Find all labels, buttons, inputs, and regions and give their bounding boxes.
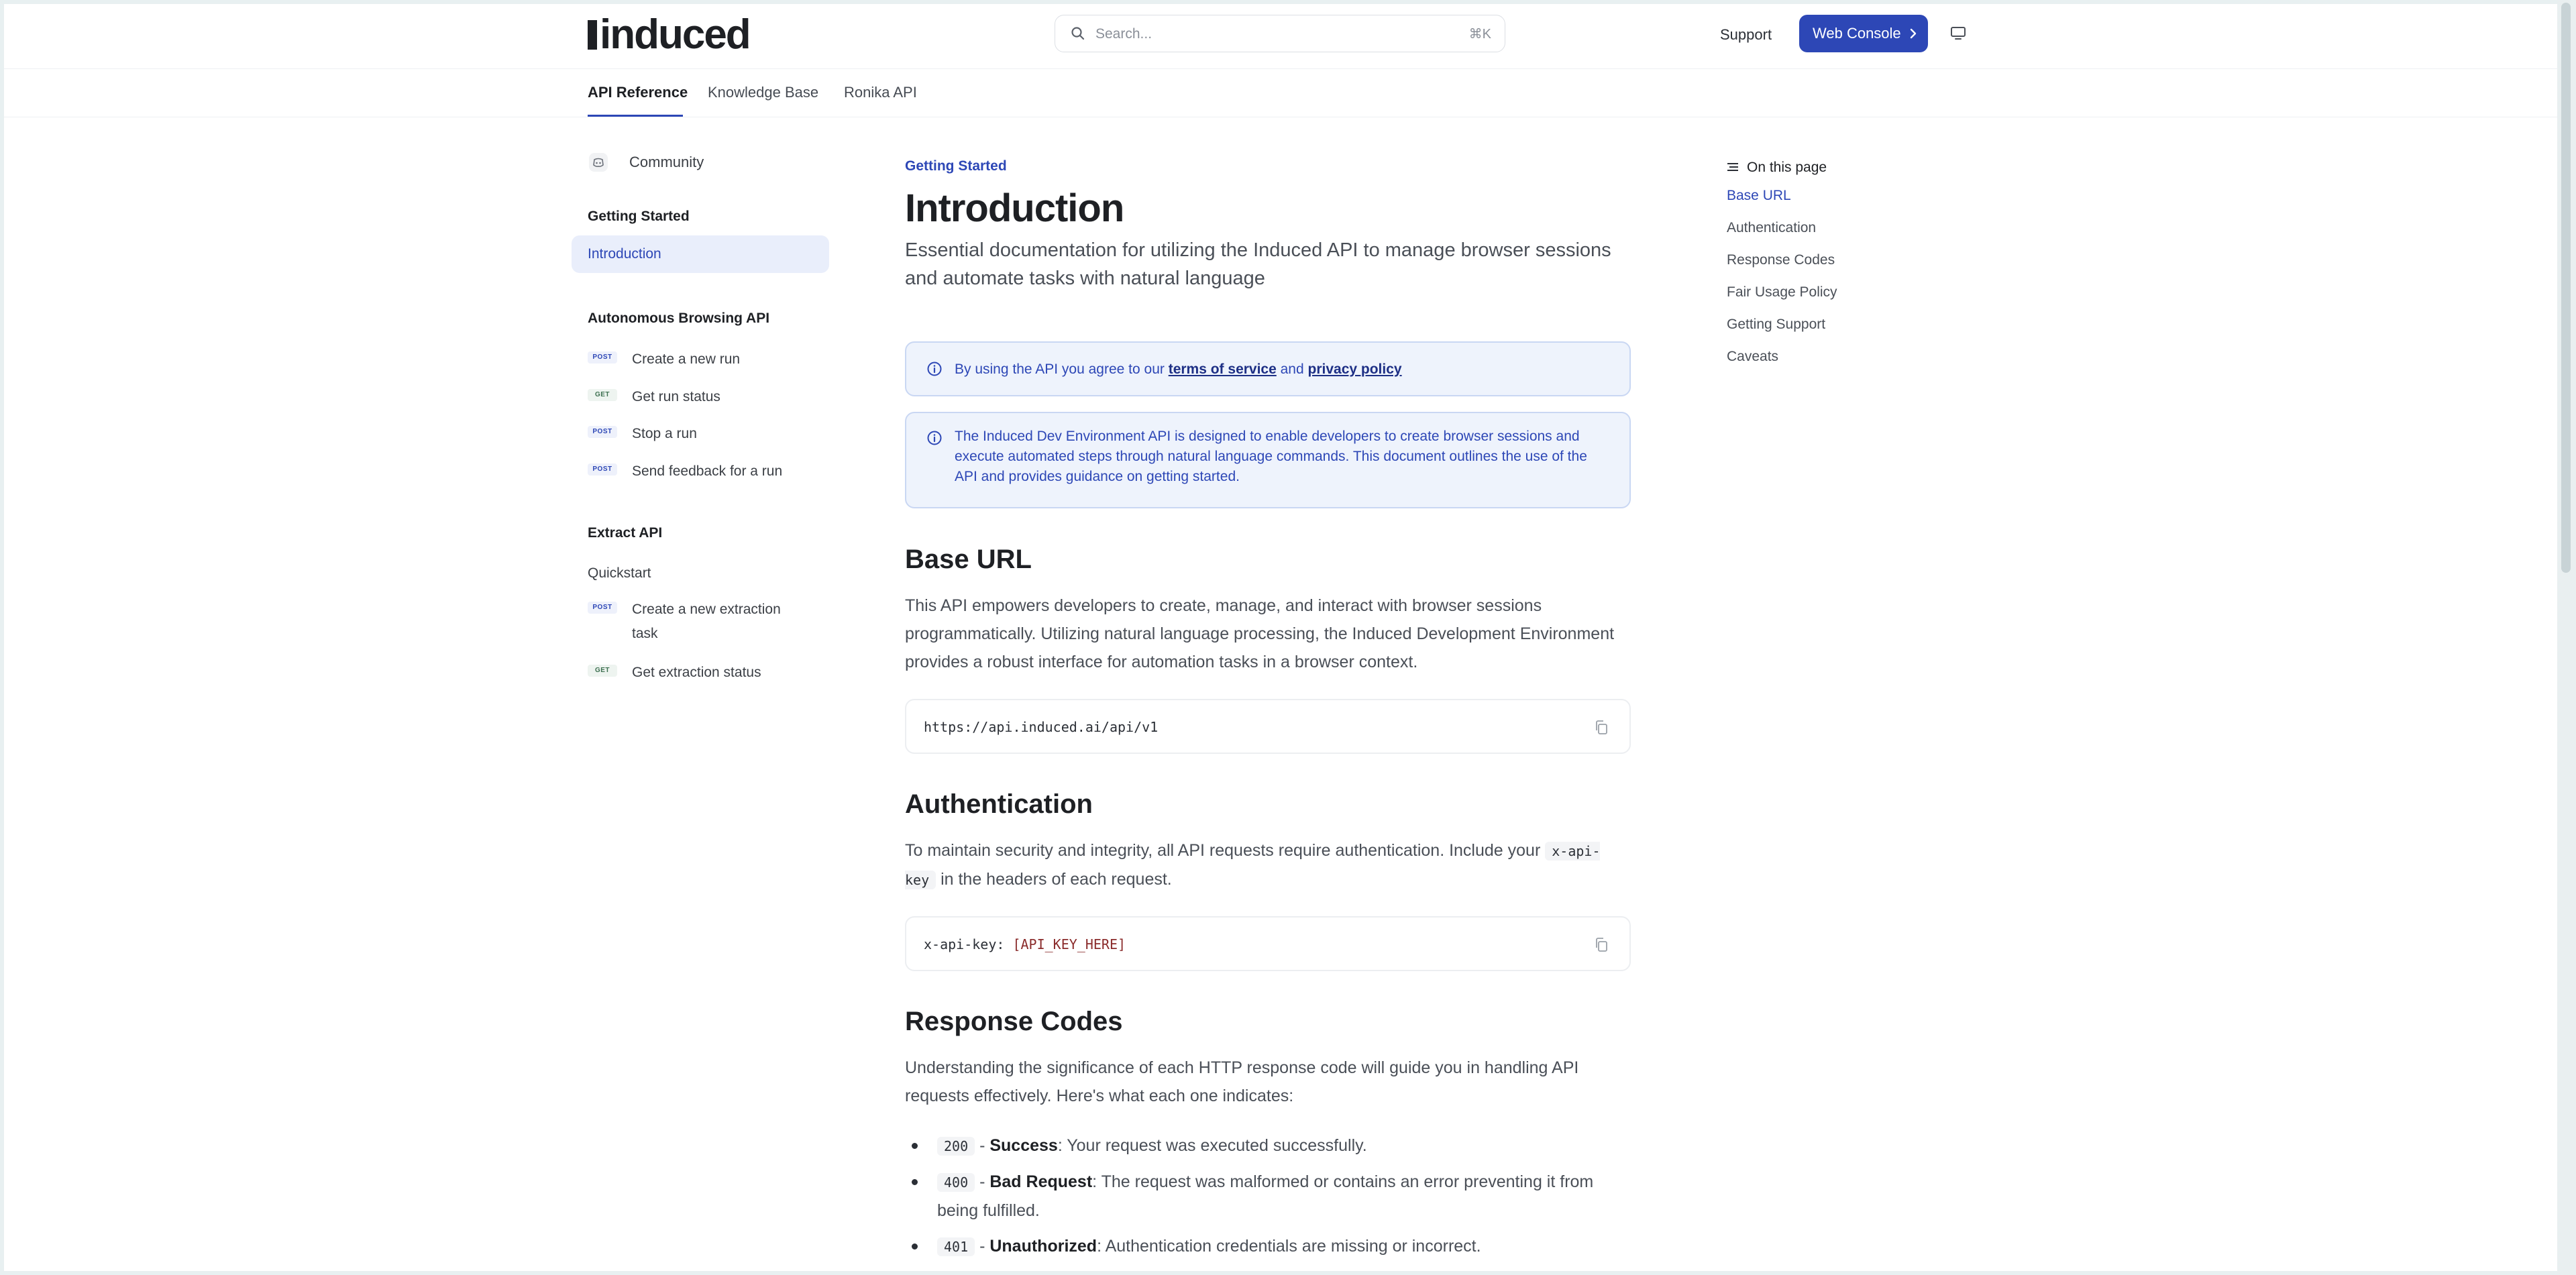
response-text: Understanding the significance of each H…	[905, 1058, 1579, 1105]
toc-title-text: On this page	[1747, 160, 1827, 175]
sidebar-item-label: Get run status	[632, 389, 720, 404]
toc-link-fair-usage[interactable]: Fair Usage Policy	[1727, 283, 1837, 302]
search-input[interactable]: Search... ⌘K	[1055, 15, 1505, 52]
scrollbar[interactable]	[2557, 0, 2576, 1275]
sidebar-section-extract: Extract API	[588, 525, 663, 541]
tab-knowledge-base[interactable]: Knowledge Base	[708, 83, 818, 102]
auth-text-part: To maintain security and integrity, all …	[905, 841, 1546, 860]
status-name: Unauthorized	[989, 1237, 1097, 1256]
search-shortcut: ⌘K	[1468, 27, 1491, 42]
sidebar-item-label: Create a new extraction task	[632, 602, 781, 641]
breadcrumb[interactable]: Getting Started	[905, 157, 1007, 176]
copy-icon[interactable]	[1593, 719, 1609, 736]
base-url-code-block: https://api.induced.ai/api/v1	[905, 699, 1631, 754]
toc-link-response-codes[interactable]: Response Codes	[1727, 251, 1835, 270]
top-bar: induced Search... ⌘K Support Web Console	[4, 4, 2560, 69]
overview-callout: The Induced Dev Environment API is desig…	[905, 412, 1631, 508]
auth-code-block: x-api-key: [API_KEY_HERE]	[905, 916, 1631, 971]
method-badge: GET	[588, 389, 617, 401]
privacy-link[interactable]: privacy policy	[1308, 362, 1402, 377]
method-badge: POST	[588, 426, 617, 438]
callout-text: and	[1276, 362, 1308, 377]
sidebar-item-introduction[interactable]: Introduction	[572, 235, 829, 273]
tab-ronika-api[interactable]: Ronika API	[844, 83, 917, 102]
bullet	[912, 1179, 918, 1185]
docs-page: induced Search... ⌘K Support Web Console…	[4, 4, 2560, 1271]
auth-code: x-api-key: [API_KEY_HERE]	[924, 935, 1126, 954]
toc-link-caveats[interactable]: Caveats	[1727, 347, 1778, 366]
list-icon	[1727, 163, 1738, 171]
terms-callout: By using the API you agree to our terms …	[905, 341, 1631, 396]
search-placeholder: Search...	[1095, 26, 1152, 42]
sidebar-item-label: Introduction	[588, 246, 661, 262]
copy-icon[interactable]	[1593, 936, 1609, 954]
info-icon	[927, 362, 942, 376]
page-title: Introduction	[905, 186, 1124, 230]
status-code: 401	[937, 1237, 975, 1256]
web-console-button[interactable]: Web Console	[1799, 15, 1928, 52]
heading-authentication: Authentication	[905, 789, 1093, 819]
toc-title: On this page	[1727, 158, 1827, 177]
chevron-right-icon	[1910, 28, 1917, 39]
code-value: [API_KEY_HERE]	[1012, 936, 1126, 952]
auth-text: To maintain security and integrity, all …	[905, 836, 1631, 894]
sidebar-item-label: Get extraction status	[632, 665, 761, 680]
method-badge: GET	[588, 665, 617, 677]
toc-link-base-url[interactable]: Base URL	[1727, 186, 1791, 205]
sidebar-item-label: Create a new run	[632, 351, 741, 367]
status-desc: : Your request was executed successfully…	[1057, 1136, 1367, 1155]
sidebar-section-browsing: Autonomous Browsing API	[588, 311, 770, 326]
auth-text-part: in the headers of each request.	[936, 870, 1172, 889]
method-badge: POST	[588, 602, 617, 614]
method-badge: POST	[588, 351, 617, 364]
discord-icon	[589, 153, 608, 172]
logo[interactable]: induced	[588, 14, 751, 56]
logo-text: induced	[600, 11, 751, 58]
status-code: 400	[937, 1173, 975, 1192]
bullet	[912, 1243, 918, 1250]
base-url-code: https://api.induced.ai/api/v1	[924, 719, 1159, 735]
code-key: x-api-key:	[924, 936, 1013, 952]
sidebar-item-label: Stop a run	[632, 426, 697, 441]
monitor-icon[interactable]	[1949, 25, 1967, 42]
community-label: Community	[629, 154, 704, 170]
search-icon	[1071, 27, 1085, 40]
info-icon	[927, 431, 942, 445]
sidebar-item-quickstart[interactable]: Quickstart	[588, 564, 651, 583]
toc-link-authentication[interactable]: Authentication	[1727, 219, 1816, 237]
heading-response-codes: Response Codes	[905, 1007, 1123, 1036]
callout-text: By using the API you agree to our	[955, 362, 1169, 377]
tab-api-reference[interactable]: API Reference	[588, 83, 688, 102]
toc-link-getting-support[interactable]: Getting Support	[1727, 315, 1825, 334]
status-name: Success	[989, 1136, 1058, 1155]
method-badge: POST	[588, 463, 617, 476]
base-url-text: This API empowers developers to create, …	[905, 596, 1615, 671]
section-nav: API Reference Knowledge Base Ronika API	[4, 68, 2560, 117]
web-console-label: Web Console	[1813, 25, 1901, 42]
callout-text: The Induced Dev Environment API is desig…	[955, 429, 1587, 484]
bullet	[912, 1143, 918, 1149]
active-tab-indicator	[588, 115, 683, 117]
terms-link[interactable]: terms of service	[1169, 362, 1277, 377]
page-subtitle: Essential documentation for utilizing th…	[905, 239, 1611, 289]
status-desc: : Authentication credentials are missing…	[1097, 1237, 1481, 1256]
heading-base-url: Base URL	[905, 545, 1032, 574]
support-link[interactable]: Support	[1720, 25, 1772, 44]
status-code: 200	[937, 1137, 975, 1156]
status-name: Bad Request	[989, 1172, 1093, 1191]
sidebar-item-label: Send feedback for a run	[632, 463, 783, 479]
scrollbar-thumb[interactable]	[2561, 3, 2571, 573]
sidebar-section-getting-started: Getting Started	[588, 209, 690, 224]
